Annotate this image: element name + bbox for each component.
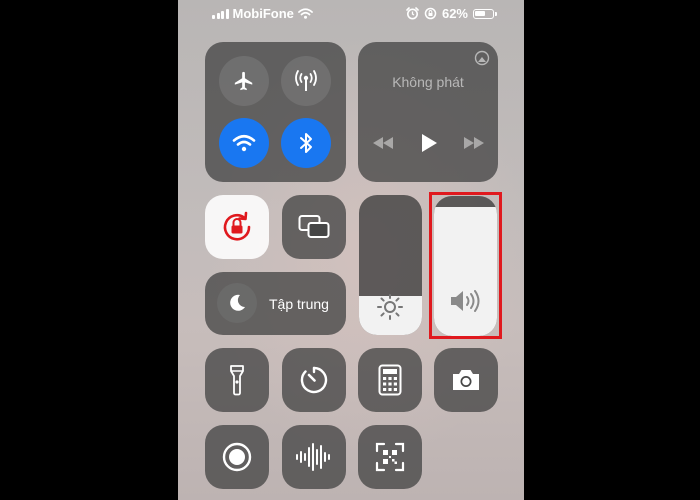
fast-forward-icon[interactable]	[464, 137, 484, 149]
calculator-button[interactable]	[358, 348, 422, 412]
brightness-slider[interactable]	[359, 195, 422, 335]
signal-bars-icon	[212, 8, 229, 19]
screen-mirroring-icon	[298, 215, 330, 238]
sun-icon	[377, 294, 403, 320]
moon-icon	[230, 294, 245, 311]
voice-memos-button[interactable]	[282, 425, 346, 489]
flashlight-icon	[230, 365, 244, 396]
screen-mirroring-button[interactable]	[282, 195, 346, 259]
wifi-button[interactable]	[219, 118, 269, 168]
status-bar: MobiFone 62%	[178, 0, 524, 28]
cellular-data-button[interactable]	[281, 56, 331, 106]
screen-record-button[interactable]	[205, 425, 269, 489]
battery-percentage: 62%	[441, 6, 468, 21]
focus-icon-circle	[217, 283, 257, 323]
volume-highlight-box	[429, 192, 502, 339]
cellular-antenna-icon	[295, 70, 317, 91]
alarm-icon	[406, 7, 419, 20]
bluetooth-icon	[300, 133, 312, 153]
now-playing-title: Không phát	[392, 74, 464, 90]
focus-button[interactable]: Tập trung	[205, 272, 346, 335]
calculator-icon	[378, 364, 402, 396]
screen-record-icon	[222, 442, 252, 472]
rewind-icon[interactable]	[373, 137, 393, 149]
control-center: MobiFone 62% Không phát Tập trung	[178, 0, 524, 500]
timer-icon	[300, 366, 328, 394]
battery-icon	[473, 8, 497, 19]
orientation-lock-icon	[424, 7, 437, 20]
airplane-mode-button[interactable]	[219, 56, 269, 106]
timer-button[interactable]	[282, 348, 346, 412]
voice-memos-icon	[296, 443, 330, 471]
bluetooth-button[interactable]	[281, 118, 331, 168]
flashlight-button[interactable]	[205, 348, 269, 412]
wifi-icon	[297, 8, 313, 19]
qr-code-scanner-button[interactable]	[358, 425, 422, 489]
focus-label: Tập trung	[269, 296, 329, 312]
now-playing-panel[interactable]: Không phát	[358, 42, 498, 182]
carrier-name: MobiFone	[232, 6, 294, 21]
wifi-icon	[232, 134, 256, 152]
camera-icon	[453, 370, 479, 390]
airplane-icon	[234, 71, 253, 91]
airplay-icon[interactable]	[474, 50, 490, 66]
camera-button[interactable]	[434, 348, 498, 412]
orientation-lock-button[interactable]	[205, 195, 269, 259]
play-icon[interactable]	[421, 134, 437, 152]
orientation-lock-icon	[223, 211, 251, 241]
connectivity-panel	[205, 42, 346, 182]
qr-code-scanner-icon	[375, 442, 405, 472]
